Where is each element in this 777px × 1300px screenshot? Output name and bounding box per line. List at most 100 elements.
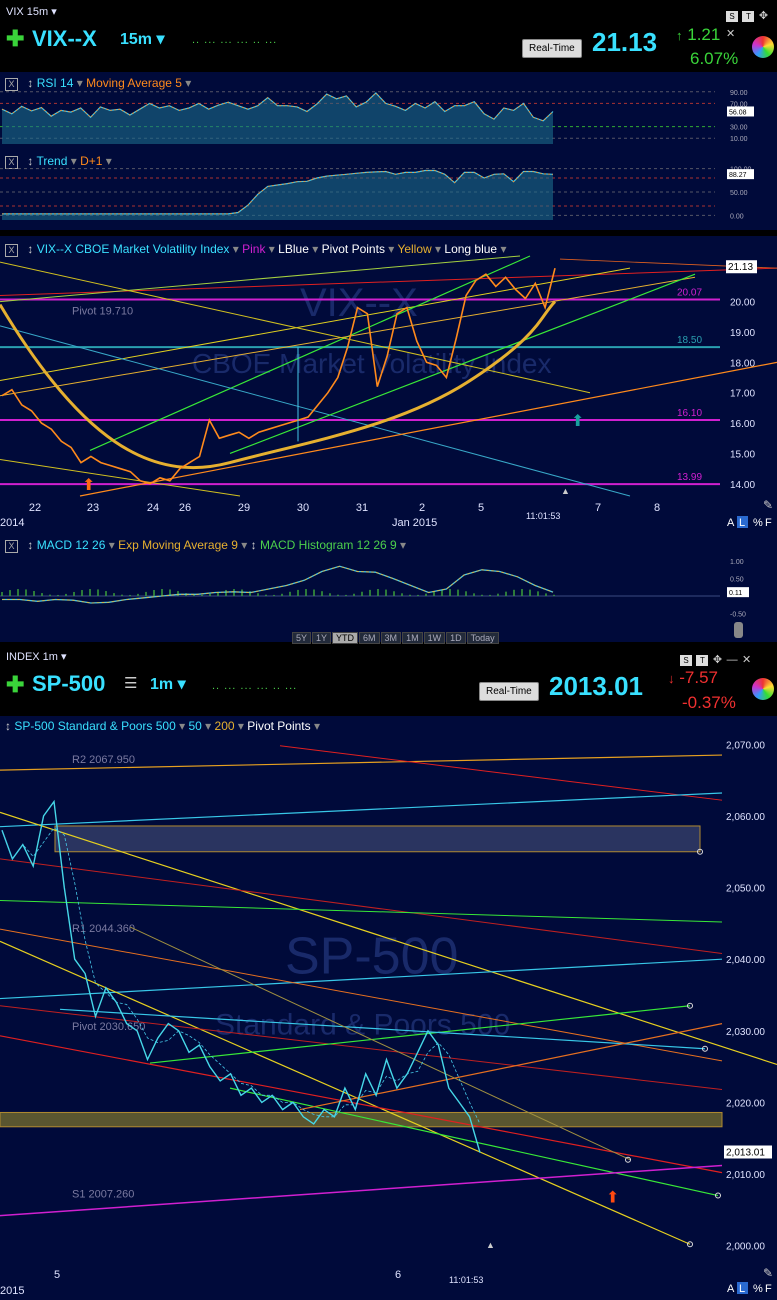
vix-date-mid: Jan 2015 (392, 517, 437, 529)
overlay-pink[interactable]: Pink (242, 242, 265, 256)
range-button-6m[interactable]: 6M (359, 632, 380, 644)
spx-symbol[interactable]: SP-500 (32, 671, 105, 697)
spx-y-tick: 2,010.00 (726, 1170, 765, 1181)
realtime-button[interactable]: Real-Time (522, 39, 582, 58)
minimize-icon[interactable]: — (727, 654, 738, 666)
overlay-pivot-points-2[interactable]: Pivot Points (247, 719, 310, 733)
window-controls[interactable]: S T ✥ ✕ (726, 6, 772, 40)
range-button-1d[interactable]: 1D (446, 632, 466, 644)
vix-chart: VIX--X CBOE Market Volatility Index 14.00 1… (0, 255, 777, 529)
vix-timeframe-text: 15m (120, 31, 153, 48)
overlay-pivot-points[interactable]: Pivot Points (322, 242, 385, 256)
vix-pivot-label: Pivot 19.710 (72, 305, 133, 317)
spx-window-label[interactable]: INDEX 1m ▾ (6, 650, 67, 663)
spx-main-pane: SP-500 Standard & Poors 500 2,070.00 2,060.… (0, 716, 777, 1300)
spx-x-tick: 6 (395, 1269, 401, 1281)
vix-last-price: 21.13 (728, 262, 753, 273)
vix-main-title[interactable]: VIX--X CBOE Market Volatility Index (37, 242, 230, 256)
spx-zone-bottom (0, 1111, 723, 1128)
vix-x-tick: 7 (595, 502, 601, 514)
spx-header: INDEX 1m ▾ S T ✥ — ✕ ✚ SP-500 ☰ 1m ▾ .. … (0, 644, 777, 716)
overlay-yellow[interactable]: Yellow (397, 242, 431, 256)
spx-scale-button: A (727, 1283, 735, 1295)
up-arrow-marker-red: ⬆ (606, 1190, 619, 1207)
list-icon[interactable]: ☰ (124, 674, 137, 692)
settings-icon[interactable]: S (726, 11, 738, 22)
sort-icon-3[interactable]: ↕ (27, 242, 33, 256)
vix-x-tick: 24 (147, 502, 159, 514)
spx-trend-line (229, 1087, 719, 1197)
time-marker-icon: ▲ (561, 486, 570, 496)
spx-trend-line (0, 899, 723, 923)
range-button-1w[interactable]: 1W (423, 632, 446, 644)
macd-tick-label: -0.50 (730, 612, 746, 619)
trend-tick-label: 50.00 (730, 190, 748, 197)
vix-x-tick: 23 (87, 502, 99, 514)
vix-level-label: 16.10 (677, 408, 702, 419)
spx-scale-button: F (765, 1283, 772, 1295)
range-button-3m[interactable]: 3M (380, 632, 402, 644)
sort-icon-6[interactable]: ↕ (5, 719, 11, 733)
vix-timeframe[interactable]: 15m ▾ (120, 29, 165, 49)
rsi-chart: 90.0070.0030.0010.0056.08 (0, 90, 754, 144)
spx-change-pct: -0.37% (682, 693, 736, 712)
range-button-5y[interactable]: 5Y (292, 632, 312, 644)
spx-y-tick: 2,000.00 (726, 1242, 765, 1253)
range-button-1m[interactable]: 1M (402, 632, 423, 644)
spx-main-title[interactable]: SP-500 Standard & Poors 500 (14, 719, 175, 733)
rsi-last-value: 56.08 (729, 109, 747, 116)
close-icon-2[interactable]: ✕ (742, 654, 751, 666)
spx-timeframe[interactable]: 1m ▾ (150, 674, 186, 694)
trend-pane: X ↕ Trend ▾ D+1 ▾ 100.0050.000.0088.27 (0, 150, 777, 230)
add-icon[interactable]: ✚ (6, 26, 24, 52)
spx-y-tick: 2,020.00 (726, 1098, 765, 1109)
range-button-today[interactable]: Today (466, 632, 499, 644)
spx-window-controls[interactable]: S T ✥ — ✕ (680, 650, 776, 666)
spx-y-tick: 2,070.00 (726, 740, 765, 751)
spx-pivot-label: Pivot 2030.650 (72, 1021, 145, 1033)
move-icon[interactable]: ✥ (759, 10, 768, 22)
close-main-icon[interactable]: X (5, 244, 18, 257)
settings-icon-2[interactable]: S (680, 655, 692, 666)
overlay-long-blue[interactable]: Long blue (444, 242, 497, 256)
spx-price: 2013.01 (549, 671, 643, 701)
range-button-1y[interactable]: 1Y (312, 632, 332, 644)
scale-button: A (727, 517, 735, 529)
move-icon-2[interactable]: ✥ (713, 654, 722, 666)
overlay-lblue[interactable]: LBlue (278, 242, 309, 256)
text-icon-2[interactable]: T (696, 655, 709, 666)
vix-x-tick: 31 (356, 502, 368, 514)
vix-change-value: 1.21 (687, 25, 721, 44)
rsi-tick-label: 90.00 (730, 90, 748, 97)
vix-window-label[interactable]: VIX 15m ▾ (6, 5, 57, 18)
spx-s1-label: S1 2007.260 (72, 1189, 134, 1201)
spx-y-tick: 2,040.00 (726, 955, 765, 966)
spx-window-label-text: INDEX 1m (6, 651, 58, 663)
palette-icon-2[interactable] (752, 678, 774, 700)
macd-chart: 1.00 0.50 -0.50 0.11 (0, 559, 749, 638)
spx-date-left: 2015 (0, 1285, 24, 1297)
up-arrow-icon: ↑ (676, 28, 683, 43)
spx-watermark-symbol: SP-500 (285, 928, 458, 986)
spx-y-tick: 2,060.00 (726, 812, 765, 823)
vix-watermark-name: CBOE Market Volatility Index (192, 348, 551, 379)
vix-y-tick: 19.00 (730, 328, 755, 339)
range-button-ytd[interactable]: YTD (332, 632, 359, 644)
vix-ma-curve (0, 300, 557, 470)
spx-r1-label: R1 2044.360 (72, 923, 135, 935)
spx-time-label: 11:01:53 (449, 1275, 483, 1285)
up-arrow-marker-orange: ⬆ (82, 477, 95, 494)
spx-r2-label: R2 2067.950 (72, 754, 135, 766)
vix-symbol[interactable]: VIX--X (32, 26, 97, 52)
close-icon[interactable]: ✕ (726, 28, 735, 40)
overlay-50[interactable]: 50 (188, 719, 201, 733)
realtime-button-2[interactable]: Real-Time (479, 682, 539, 701)
add-icon-2[interactable]: ✚ (6, 672, 24, 698)
macd-tick-label: 0.50 (730, 577, 744, 584)
overlay-200[interactable]: 200 (215, 719, 235, 733)
spx-trend-line (0, 792, 723, 828)
palette-icon[interactable] (752, 36, 774, 58)
up-arrow-marker-teal: ⬆ (571, 413, 584, 430)
down-arrow-icon: ↓ (668, 671, 675, 686)
text-icon[interactable]: T (742, 11, 755, 22)
